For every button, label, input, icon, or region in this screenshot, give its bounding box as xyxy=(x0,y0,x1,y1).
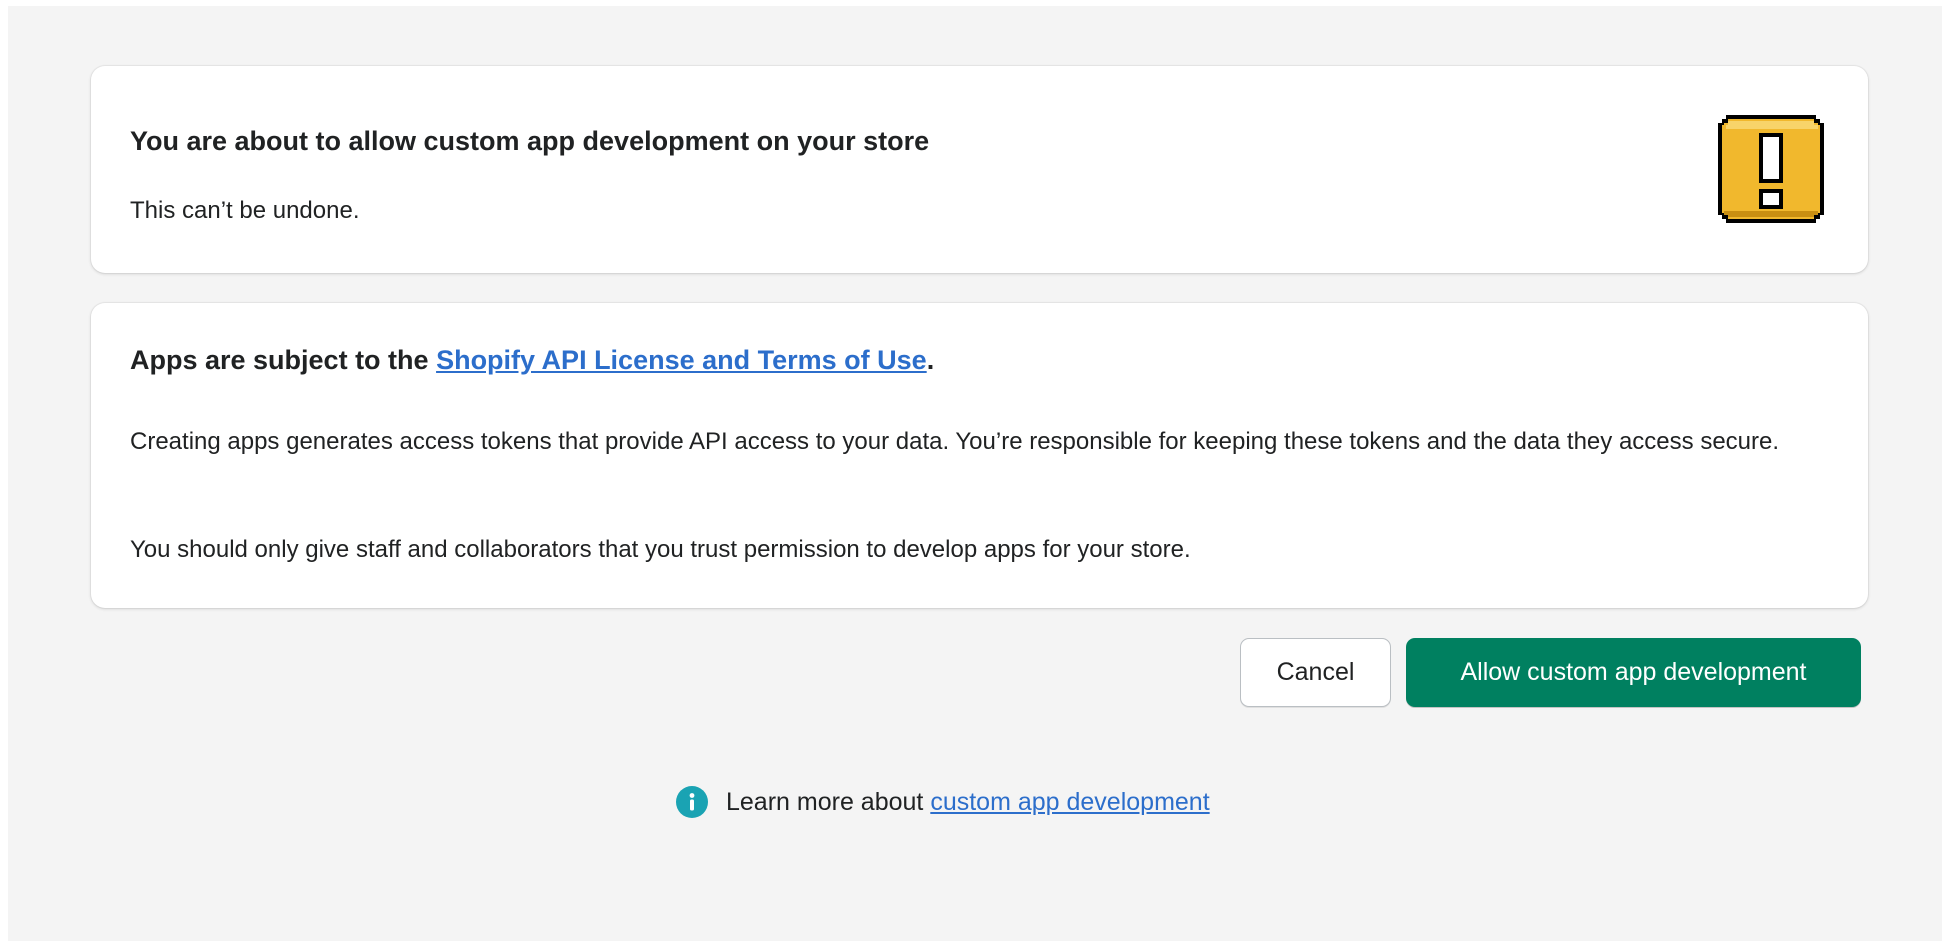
api-license-link[interactable]: Shopify API License and Terms of Use xyxy=(436,345,927,375)
learn-more-text: Learn more about xyxy=(726,787,924,816)
terms-card: Apps are subject to the Shopify API Lice… xyxy=(91,303,1868,608)
allow-custom-app-development-button[interactable]: Allow custom app development xyxy=(1406,638,1861,707)
custom-app-development-link[interactable]: custom app development xyxy=(930,788,1209,817)
page-background: You are about to allow custom app develo… xyxy=(8,6,1942,941)
terms-heading-suffix: . xyxy=(926,345,935,375)
warning-title: You are about to allow custom app develo… xyxy=(130,126,930,156)
info-icon xyxy=(676,786,708,818)
exclamation-warning-icon xyxy=(1718,115,1824,223)
warning-subtitle: This can’t be undone. xyxy=(130,197,360,224)
access-tokens-paragraph: Creating apps generates access tokens th… xyxy=(130,428,1780,455)
warning-card: You are about to allow custom app develo… xyxy=(91,66,1868,273)
cancel-button[interactable]: Cancel xyxy=(1240,638,1391,707)
staff-permission-paragraph: You should only give staff and collabora… xyxy=(130,536,1191,563)
learn-more-footer: Learn more about custom app development xyxy=(676,785,1210,819)
terms-heading-prefix: Apps are subject to the xyxy=(130,345,437,375)
terms-heading: Apps are subject to the Shopify API Lice… xyxy=(130,345,934,376)
